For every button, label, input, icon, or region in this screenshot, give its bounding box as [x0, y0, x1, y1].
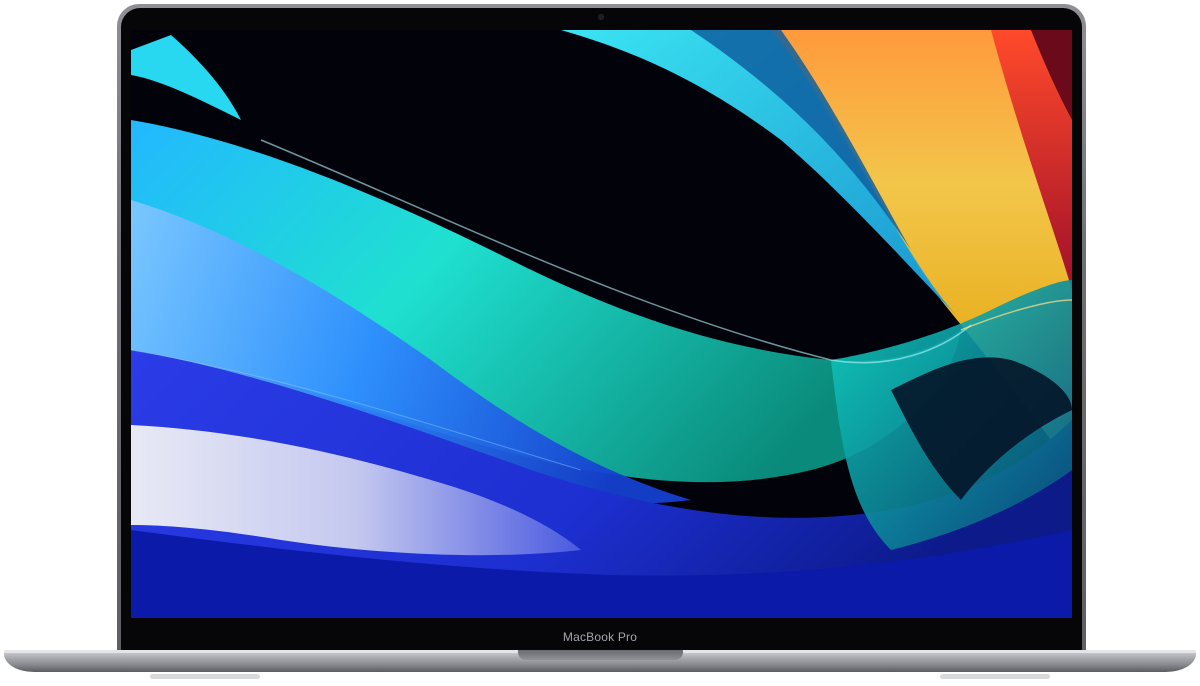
- model-label: MacBook Pro: [562, 630, 638, 644]
- opening-notch: [518, 650, 683, 660]
- screen-wallpaper: [131, 30, 1072, 618]
- rubber-foot-left: [150, 674, 260, 679]
- laptop-image: MacBook Pro: [0, 0, 1200, 686]
- rubber-foot-right: [940, 674, 1050, 679]
- camera-icon: [598, 14, 604, 20]
